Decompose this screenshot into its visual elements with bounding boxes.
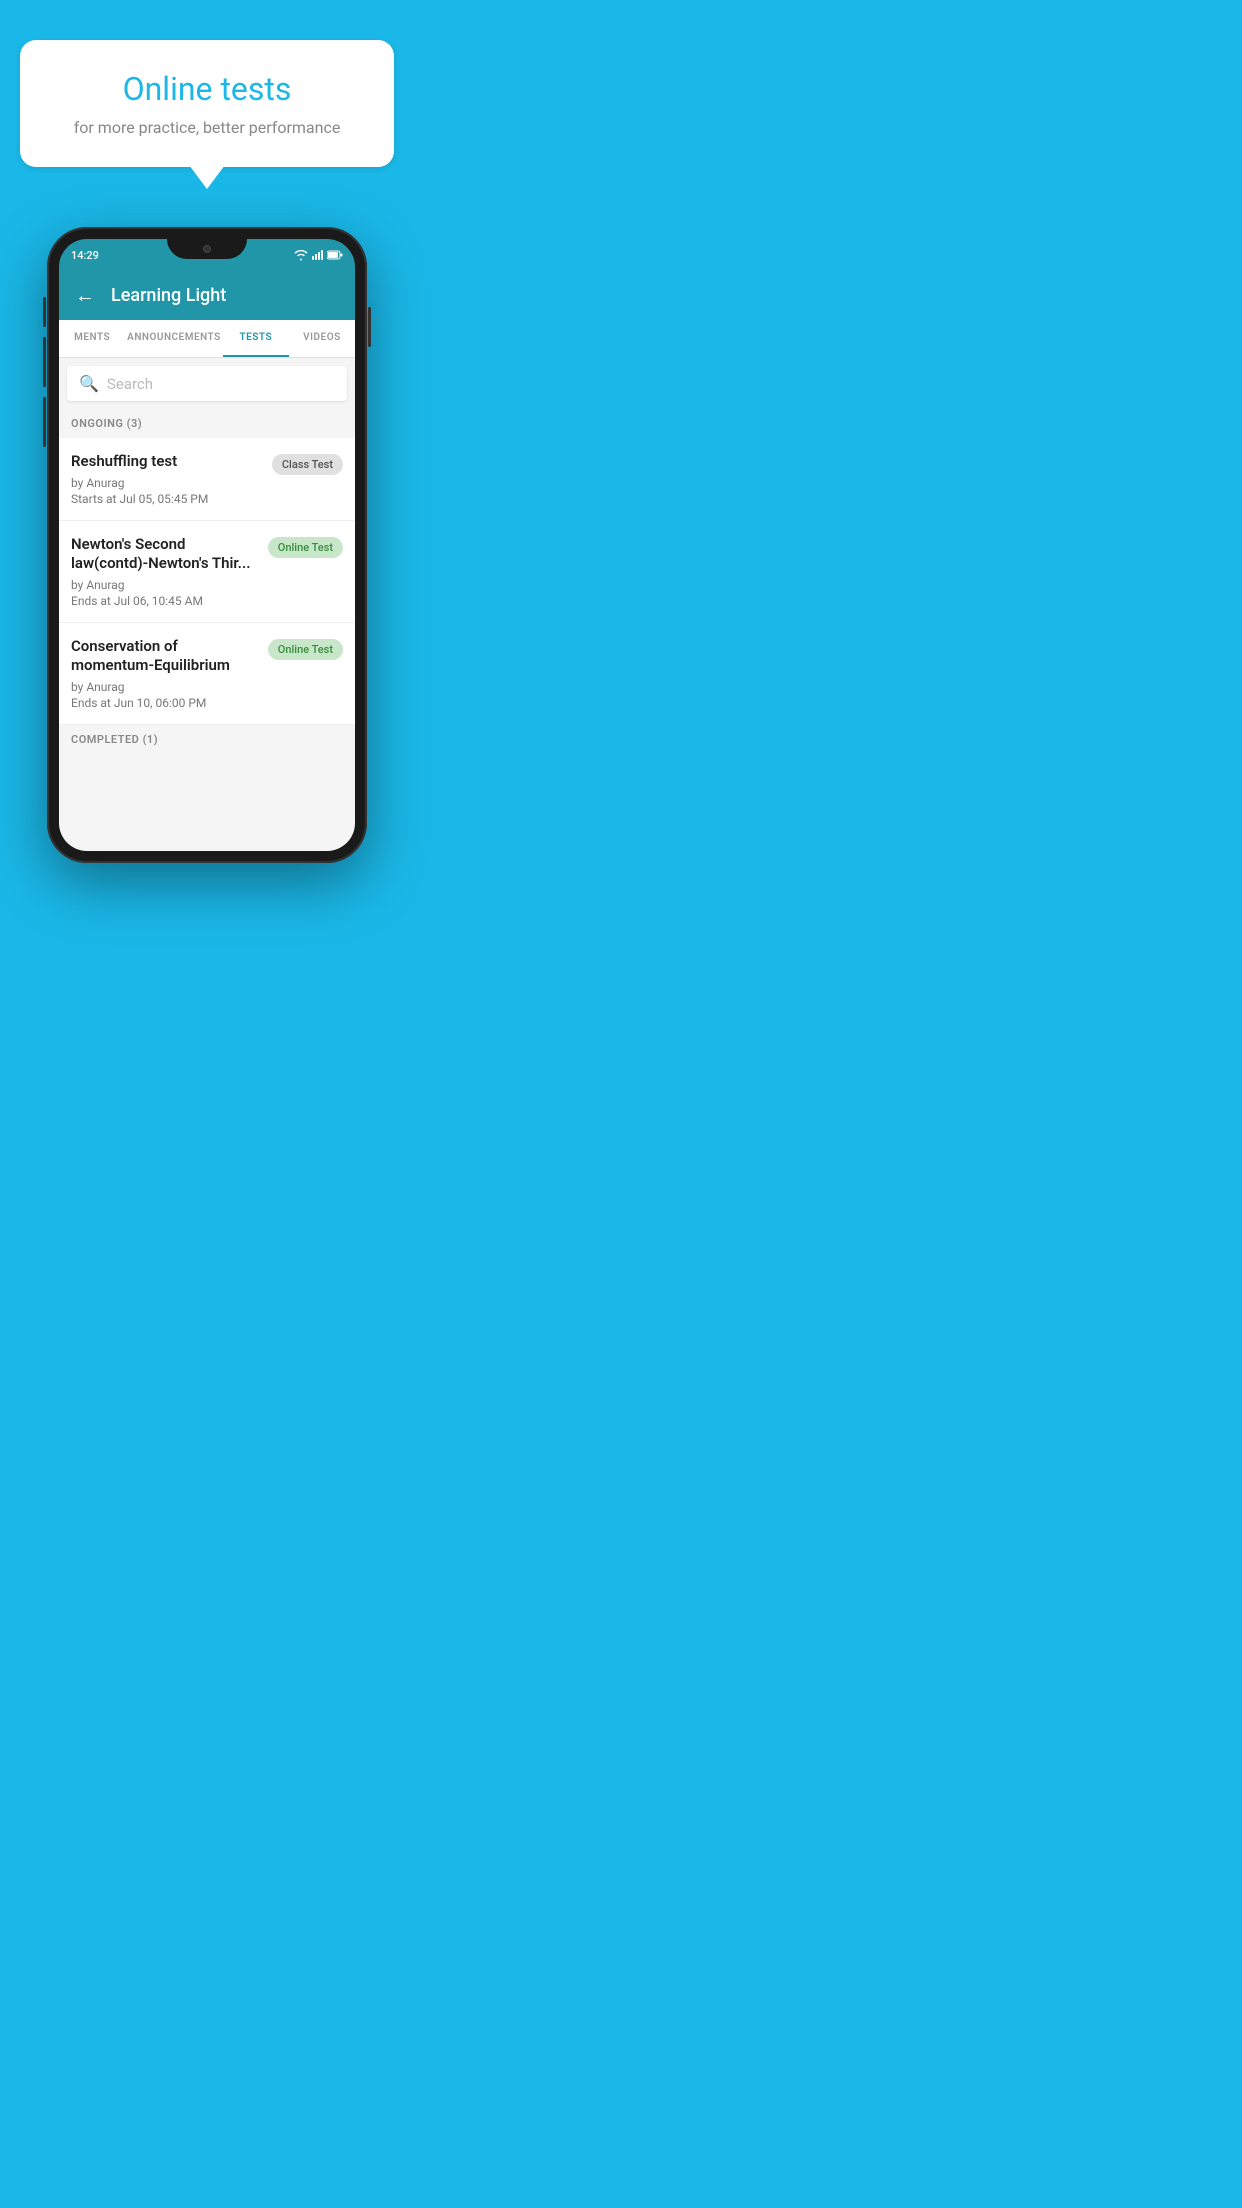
search-bar[interactable]: 🔍 Search <box>67 366 347 401</box>
time-label: Ends at <box>71 594 111 608</box>
mute-button <box>43 297 46 327</box>
test-info: Reshuffling test by Anurag Starts at Jul… <box>71 452 262 506</box>
search-placeholder: Search <box>107 375 153 393</box>
ongoing-section-label: ONGOING (3) <box>59 409 355 438</box>
test-author: by Anurag <box>71 476 262 490</box>
test-item[interactable]: Reshuffling test by Anurag Starts at Jul… <box>59 438 355 521</box>
class-test-badge: Class Test <box>272 454 343 475</box>
volume-up-button <box>43 337 46 387</box>
bubble-subtitle: for more practice, better performance <box>50 118 364 137</box>
app-header-title: Learning Light <box>111 285 226 306</box>
test-name: Newton's Second law(contd)-Newton's Thir… <box>71 535 258 574</box>
online-test-badge-2: Online Test <box>268 639 343 660</box>
status-icons <box>294 250 343 261</box>
phone-mockup: 14:29 <box>47 227 367 863</box>
speech-bubble: Online tests for more practice, better p… <box>20 40 394 167</box>
tab-ments[interactable]: MENTS <box>59 320 125 357</box>
time-value: Jul 06, 10:45 AM <box>114 594 203 608</box>
test-info: Newton's Second law(contd)-Newton's Thir… <box>71 535 258 608</box>
bubble-title: Online tests <box>50 70 364 108</box>
signal-icon <box>312 250 323 260</box>
phone-outer: 14:29 <box>47 227 367 863</box>
time-label: Ends at <box>71 696 111 710</box>
time-label: Starts at <box>71 492 117 506</box>
tab-videos[interactable]: VIDEOS <box>289 320 355 357</box>
camera-lens <box>203 245 211 253</box>
tab-tests[interactable]: TESTS <box>223 320 289 357</box>
power-button <box>368 307 371 347</box>
test-time: Ends at Jun 10, 06:00 PM <box>71 696 258 710</box>
time-value: Jul 05, 05:45 PM <box>119 492 208 506</box>
battery-icon <box>327 250 343 260</box>
test-author: by Anurag <box>71 680 258 694</box>
phone-notch <box>167 239 247 259</box>
test-info: Conservation of momentum-Equilibrium by … <box>71 637 258 710</box>
completed-section-label: COMPLETED (1) <box>59 725 355 754</box>
test-item[interactable]: Newton's Second law(contd)-Newton's Thir… <box>59 521 355 623</box>
hero-section: Online tests for more practice, better p… <box>0 0 414 167</box>
phone-screen: ← Learning Light MENTS ANNOUNCEMENTS TES… <box>59 271 355 851</box>
test-author: by Anurag <box>71 578 258 592</box>
test-name: Reshuffling test <box>71 452 262 472</box>
test-name: Conservation of momentum-Equilibrium <box>71 637 258 676</box>
status-time: 14:29 <box>71 249 99 262</box>
tab-bar: MENTS ANNOUNCEMENTS TESTS VIDEOS <box>59 320 355 358</box>
wifi-icon <box>294 250 308 261</box>
online-test-badge: Online Test <box>268 537 343 558</box>
search-icon: 🔍 <box>79 374 99 393</box>
status-bar: 14:29 <box>59 239 355 271</box>
app-header: ← Learning Light <box>59 271 355 320</box>
time-value: Jun 10, 06:00 PM <box>114 696 207 710</box>
test-item[interactable]: Conservation of momentum-Equilibrium by … <box>59 623 355 725</box>
back-button[interactable]: ← <box>75 283 95 308</box>
tab-announcements[interactable]: ANNOUNCEMENTS <box>125 320 223 357</box>
volume-down-button <box>43 397 46 447</box>
test-time: Starts at Jul 05, 05:45 PM <box>71 492 262 506</box>
test-time: Ends at Jul 06, 10:45 AM <box>71 594 258 608</box>
